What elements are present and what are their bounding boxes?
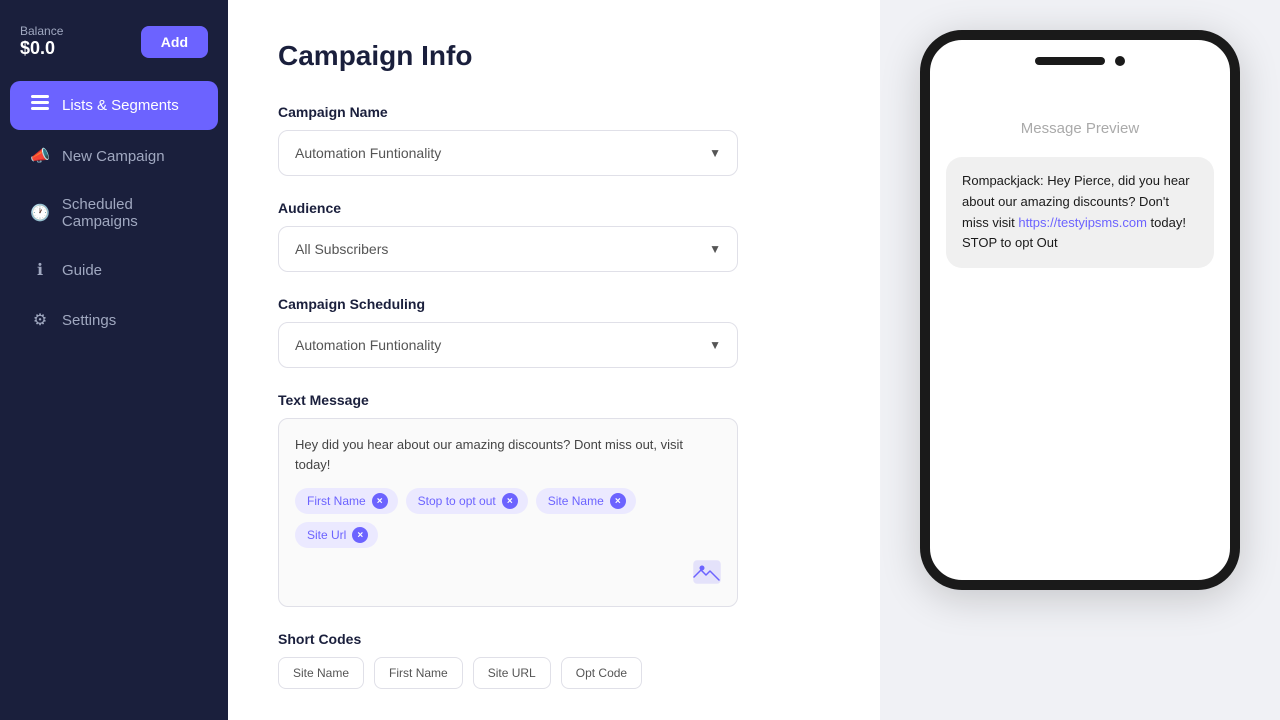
tag-label: Site Name [548,494,604,508]
sidebar-label-lists: Lists & Segments [62,97,179,114]
message-text: Hey did you hear about our amazing disco… [295,435,721,474]
tag-remove-site-url[interactable]: × [352,527,368,543]
campaign-name-label: Campaign Name [278,104,830,120]
sidebar-label-settings: Settings [62,312,116,329]
image-icon-row [295,560,721,590]
image-upload-icon[interactable] [693,560,721,590]
message-preview-label: Message Preview [946,120,1214,137]
sidebar-item-new-campaign[interactable]: 📣 New Campaign [10,132,218,180]
campaign-name-value: Automation Funtionality [295,145,441,161]
short-codes-group: Short Codes Site Name First Name Site UR… [278,631,830,689]
tag-label: First Name [307,494,366,508]
scheduling-group: Campaign Scheduling Automation Funtional… [278,296,830,368]
tag-first-name: First Name × [295,488,398,514]
tag-remove-stop[interactable]: × [502,493,518,509]
tag-label: Site Url [307,528,346,542]
sidebar-item-guide[interactable]: ℹ Guide [10,246,218,294]
phone-frame: Message Preview Rompackjack: Hey Pierce,… [920,30,1240,590]
tag-site-url: Site Url × [295,522,378,548]
message-preview-link[interactable]: https://testyipsms.com [1018,215,1147,230]
short-codes-row: Site Name First Name Site URL Opt Code [278,657,830,689]
sidebar-item-lists-segments[interactable]: Lists & Segments [10,81,218,130]
sidebar-item-settings[interactable]: ⚙ Settings [10,296,218,344]
campaign-name-select[interactable]: Automation Funtionality ▼ [278,130,738,176]
text-message-group: Text Message Hey did you hear about our … [278,392,830,607]
audience-value: All Subscribers [295,241,388,257]
scheduling-value: Automation Funtionality [295,337,441,353]
audience-label: Audience [278,200,830,216]
gear-icon: ⚙ [30,310,50,330]
add-button[interactable]: Add [141,26,208,58]
chevron-down-icon-3: ▼ [709,338,721,352]
balance-section: Balance $0.0 Add [0,24,228,79]
short-code-opt-code[interactable]: Opt Code [561,657,642,689]
tag-remove-first-name[interactable]: × [372,493,388,509]
text-message-box[interactable]: Hey did you hear about our amazing disco… [278,418,738,607]
chevron-down-icon: ▼ [709,146,721,160]
lists-icon [30,95,50,116]
short-code-site-name[interactable]: Site Name [278,657,364,689]
scheduling-select[interactable]: Automation Funtionality ▼ [278,322,738,368]
chevron-down-icon-2: ▼ [709,242,721,256]
page-title: Campaign Info [278,40,830,72]
notch-pill [1035,57,1105,65]
preview-panel: Message Preview Rompackjack: Hey Pierce,… [880,0,1280,720]
phone-notch [1035,56,1125,66]
message-bubble: Rompackjack: Hey Pierce, did you hear ab… [946,157,1214,268]
sidebar-label-guide: Guide [62,262,102,279]
megaphone-icon: 📣 [30,146,50,166]
sidebar: Balance $0.0 Add Lists & Segments 📣 New … [0,0,228,720]
tag-remove-site-name[interactable]: × [610,493,626,509]
tag-label: Stop to opt out [418,494,496,508]
tags-row-1: First Name × Stop to opt out × Site Name… [295,488,721,514]
balance-amount: $0.0 [20,38,63,59]
sidebar-nav: Lists & Segments 📣 New Campaign 🕐 Schedu… [0,79,228,346]
balance-label: Balance [20,24,63,38]
clock-icon: 🕐 [30,203,50,223]
tag-site-name: Site Name × [536,488,636,514]
short-code-first-name[interactable]: First Name [374,657,463,689]
sidebar-label-new-campaign: New Campaign [62,148,165,165]
audience-group: Audience All Subscribers ▼ [278,200,830,272]
scheduling-label: Campaign Scheduling [278,296,830,312]
phone-content: Message Preview Rompackjack: Hey Pierce,… [930,100,1230,288]
notch-circle [1115,56,1125,66]
text-message-label: Text Message [278,392,830,408]
campaign-name-group: Campaign Name Automation Funtionality ▼ [278,104,830,176]
main-content: Campaign Info Campaign Name Automation F… [228,0,880,720]
audience-select[interactable]: All Subscribers ▼ [278,226,738,272]
tag-stop-opt-out: Stop to opt out × [406,488,528,514]
info-icon: ℹ [30,260,50,280]
tags-row-2: Site Url × [295,522,721,548]
short-codes-label: Short Codes [278,631,830,647]
short-code-site-url[interactable]: Site URL [473,657,551,689]
sidebar-label-scheduled: Scheduled Campaigns [62,196,198,230]
sidebar-item-scheduled-campaigns[interactable]: 🕐 Scheduled Campaigns [10,182,218,244]
balance-info: Balance $0.0 [20,24,63,59]
